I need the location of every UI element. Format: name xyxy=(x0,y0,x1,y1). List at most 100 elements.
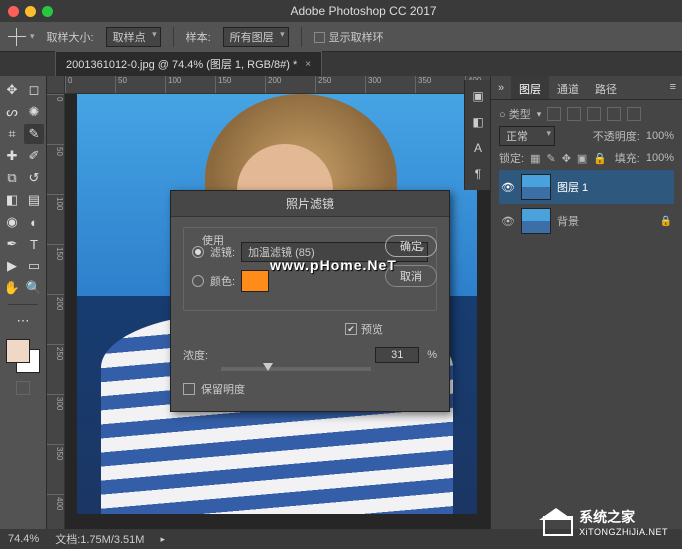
eraser-tool-icon[interactable]: ◧ xyxy=(2,190,22,210)
move-tool-icon[interactable]: ✥ xyxy=(2,80,22,100)
hand-tool-icon[interactable]: ✋ xyxy=(2,278,22,298)
close-tab-icon[interactable]: × xyxy=(305,59,311,70)
options-bar: ▾ 取样大小: 取样点 样本: 所有图层 显示取样环 xyxy=(0,22,682,52)
layer-thumbnail[interactable] xyxy=(521,208,551,234)
filter-pixel-icon[interactable] xyxy=(547,107,561,121)
panel-menu-icon[interactable]: ≡ xyxy=(664,76,682,99)
preserve-luminosity-label: 保留明度 xyxy=(201,381,245,397)
layer-row[interactable]: 👁 图层 1 xyxy=(499,170,674,204)
use-section-label: 使用 xyxy=(202,232,224,248)
lock-pixel-icon[interactable]: ✎ xyxy=(546,152,555,165)
density-input[interactable] xyxy=(375,347,419,363)
zoom-window-icon[interactable] xyxy=(42,6,53,17)
path-select-tool-icon[interactable]: ▶ xyxy=(2,256,22,276)
lock-artboard-icon[interactable]: ▣ xyxy=(577,152,587,165)
quickmask-toggle[interactable] xyxy=(16,381,30,395)
eyedropper-tool-icon[interactable]: ✎ xyxy=(24,124,44,144)
visibility-icon[interactable]: 👁 xyxy=(501,181,515,194)
history-panel-icon[interactable]: ▣ xyxy=(468,86,488,106)
collapsed-panel-strip: ▣ ◧ A ¶ xyxy=(464,80,490,190)
heal-tool-icon[interactable]: ✚ xyxy=(2,146,22,166)
cancel-button[interactable]: 取消 xyxy=(385,265,437,287)
edit-toolbar-icon[interactable]: ⋯ xyxy=(13,311,33,331)
layer-name[interactable]: 背景 xyxy=(557,213,579,229)
foreground-color-swatch[interactable] xyxy=(6,339,30,363)
sample-label: 样本: xyxy=(186,29,211,45)
tab-channels[interactable]: 通道 xyxy=(549,76,587,99)
filter-shape-icon[interactable] xyxy=(607,107,621,121)
filter-kind-label[interactable]: ○ 类型 xyxy=(499,106,531,122)
layer-list: 👁 图层 1 👁 背景 🔒 xyxy=(499,170,674,238)
filter-adjust-icon[interactable] xyxy=(567,107,581,121)
tool-preset-picker[interactable]: ▾ xyxy=(8,28,35,46)
document-tab[interactable]: 2001361012-0.jpg @ 74.4% (图层 1, RGB/8#) … xyxy=(55,51,322,76)
separator xyxy=(301,27,302,47)
density-unit: % xyxy=(427,349,437,361)
color-swatches[interactable] xyxy=(6,339,40,373)
density-label: 浓度: xyxy=(183,347,208,363)
color-swatch[interactable] xyxy=(241,270,269,292)
doc-info[interactable]: 文档:1.75M/3.51M xyxy=(55,531,144,547)
visibility-icon[interactable]: 👁 xyxy=(501,215,515,228)
dodge-tool-icon[interactable]: ◐ xyxy=(24,212,44,232)
filter-smart-icon[interactable] xyxy=(627,107,641,121)
ruler-origin[interactable] xyxy=(47,76,65,94)
panel-tab-group: » 图层 通道 路径 ≡ xyxy=(491,76,682,100)
shape-tool-icon[interactable]: ▭ xyxy=(24,256,44,276)
horizontal-ruler[interactable]: 0501001502002503003504004505005506006507… xyxy=(65,76,490,94)
marquee-tool-icon[interactable]: ◻ xyxy=(24,80,44,100)
sample-dropdown[interactable]: 所有图层 xyxy=(223,27,289,47)
photo-filter-dialog: 照片滤镜 使用 滤镜: 加温滤镜 (85) 颜色: 确定 取消 预览 浓度: xyxy=(170,190,450,412)
sample-size-label: 取样大小: xyxy=(47,29,94,45)
blur-tool-icon[interactable]: ◉ xyxy=(2,212,22,232)
preserve-luminosity-checkbox[interactable] xyxy=(183,383,195,395)
dialog-title: 照片滤镜 xyxy=(171,191,449,217)
zoom-tool-icon[interactable]: 🔍 xyxy=(24,278,44,298)
layer-row[interactable]: 👁 背景 🔒 xyxy=(499,204,674,238)
preview-checkbox[interactable] xyxy=(345,323,357,335)
stamp-tool-icon[interactable]: ⧉ xyxy=(2,168,22,188)
tab-paths[interactable]: 路径 xyxy=(587,76,625,99)
panels-dock: » 图层 通道 路径 ≡ ○ 类型 ▾ 正常 不透明度: 100% 锁定: xyxy=(490,76,682,529)
type-tool-icon[interactable]: T xyxy=(24,234,44,254)
color-radio[interactable] xyxy=(192,275,204,287)
close-window-icon[interactable] xyxy=(8,6,19,17)
history-brush-tool-icon[interactable]: ↺ xyxy=(24,168,44,188)
brush-tool-icon[interactable]: ✐ xyxy=(24,146,44,166)
blend-mode-dropdown[interactable]: 正常 xyxy=(499,126,555,146)
opacity-value[interactable]: 100% xyxy=(646,130,674,142)
panel-collapse-icon[interactable]: » xyxy=(491,76,511,99)
fill-label: 填充: xyxy=(615,150,640,166)
lock-icon: 🔒 xyxy=(660,216,672,227)
lock-pos-icon[interactable]: ✥ xyxy=(562,152,571,165)
window-controls xyxy=(8,6,53,17)
tab-layers[interactable]: 图层 xyxy=(511,76,549,99)
character-panel-icon[interactable]: A xyxy=(468,138,488,158)
opacity-label: 不透明度: xyxy=(593,128,640,144)
lock-trans-icon[interactable]: ▦ xyxy=(530,152,540,165)
zoom-level[interactable]: 74.4% xyxy=(8,533,39,545)
gradient-tool-icon[interactable]: ▤ xyxy=(24,190,44,210)
filter-type-icon[interactable] xyxy=(587,107,601,121)
sample-size-dropdown[interactable]: 取样点 xyxy=(106,27,161,47)
density-slider[interactable] xyxy=(221,367,371,371)
layer-thumbnail[interactable] xyxy=(521,174,551,200)
paragraph-panel-icon[interactable]: ¶ xyxy=(468,164,488,184)
status-bar: 74.4% 文档:1.75M/3.51M ▸ xyxy=(0,529,682,549)
ok-button[interactable]: 确定 xyxy=(385,235,437,257)
document-tab-bar: 2001361012-0.jpg @ 74.4% (图层 1, RGB/8#) … xyxy=(0,52,682,76)
minimize-window-icon[interactable] xyxy=(25,6,36,17)
lock-label: 锁定: xyxy=(499,150,524,166)
lasso-tool-icon[interactable]: ᔕ xyxy=(2,102,22,122)
layer-name[interactable]: 图层 1 xyxy=(557,179,588,195)
vertical-ruler[interactable]: 050100150200250300350400450500 xyxy=(47,94,65,529)
properties-panel-icon[interactable]: ◧ xyxy=(468,112,488,132)
eyedropper-icon xyxy=(8,28,26,46)
lock-all-icon[interactable]: 🔒 xyxy=(593,152,607,165)
quick-select-tool-icon[interactable]: ✺ xyxy=(24,102,44,122)
toolbox: ✥ ◻ ᔕ ✺ ⌗ ✎ ✚ ✐ ⧉ ↺ ◧ ▤ ◉ ◐ ✒ T ▶ ▭ ✋ 🔍 … xyxy=(0,76,47,529)
pen-tool-icon[interactable]: ✒ xyxy=(2,234,22,254)
fill-value[interactable]: 100% xyxy=(646,152,674,164)
crop-tool-icon[interactable]: ⌗ xyxy=(2,124,22,144)
show-sampling-ring[interactable]: 显示取样环 xyxy=(314,29,384,45)
